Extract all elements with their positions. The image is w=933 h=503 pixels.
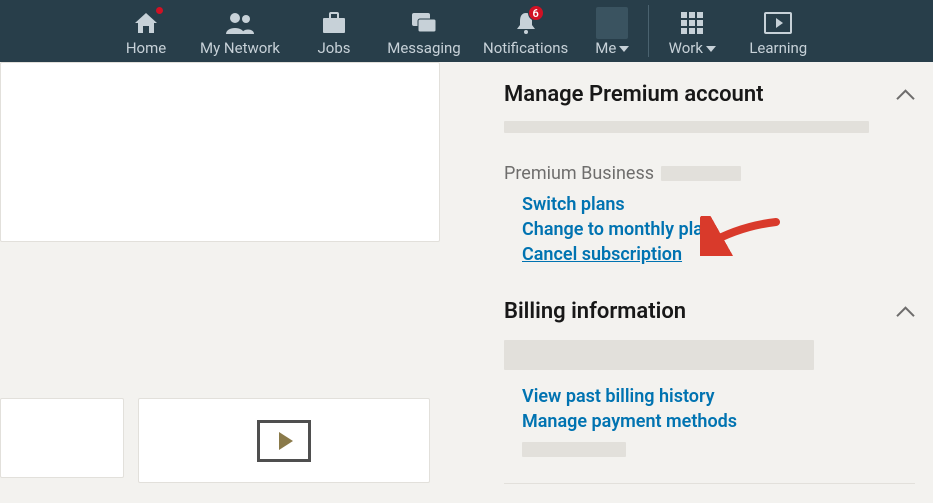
chevron-up-icon[interactable]: [897, 303, 915, 321]
billing-section: Billing information View past billing hi…: [504, 299, 915, 484]
billing-title: Billing information: [504, 299, 686, 324]
nav-network[interactable]: My Network: [187, 0, 293, 62]
cancel-subscription-link[interactable]: Cancel subscription: [522, 244, 682, 265]
top-navbar: Home My Network Jobs Messaging 6 Notific…: [0, 0, 933, 62]
premium-title: Manage Premium account: [504, 82, 764, 107]
nav-separator: [648, 5, 649, 57]
right-column: Manage Premium account Premium Business …: [468, 62, 933, 503]
grid-icon: [681, 9, 703, 37]
avatar-icon: [596, 9, 628, 37]
nav-messaging[interactable]: Messaging: [375, 0, 473, 62]
people-icon: [225, 9, 255, 37]
billing-history-link[interactable]: View past billing history: [522, 386, 715, 407]
nav-learning[interactable]: Learning: [733, 0, 823, 62]
left-column: [0, 62, 468, 503]
switch-plans-link[interactable]: Switch plans: [522, 194, 625, 215]
change-monthly-link[interactable]: Change to monthly plan: [522, 219, 713, 240]
section-divider: [504, 483, 915, 484]
nav-me[interactable]: Me: [578, 0, 646, 62]
premium-section: Manage Premium account Premium Business …: [504, 82, 915, 265]
home-icon: [133, 9, 159, 37]
placeholder-bar: [504, 121, 869, 133]
placeholder-bar: [504, 340, 814, 370]
nav-work[interactable]: Work: [651, 0, 733, 62]
messaging-icon: [411, 9, 437, 37]
briefcase-icon: [321, 9, 347, 37]
nav-notifications[interactable]: 6 Notifications: [473, 0, 578, 62]
placeholder-bar: [522, 442, 626, 457]
notification-dot: [155, 6, 164, 15]
plan-label: Premium Business: [504, 163, 915, 184]
chevron-down-icon: [706, 46, 716, 52]
payment-methods-link[interactable]: Manage payment methods: [522, 411, 737, 432]
play-icon: [257, 420, 311, 462]
chevron-up-icon[interactable]: [897, 86, 915, 104]
bell-icon: 6: [515, 9, 537, 37]
video-card[interactable]: [138, 398, 430, 483]
content-card-small: [0, 398, 124, 478]
content-card: [0, 62, 440, 242]
nav-home[interactable]: Home: [105, 0, 187, 62]
chevron-down-icon: [619, 46, 629, 52]
nav-jobs[interactable]: Jobs: [293, 0, 375, 62]
main-content: Manage Premium account Premium Business …: [0, 62, 933, 503]
placeholder-bar: [661, 166, 741, 181]
notification-badge: 6: [528, 5, 544, 21]
learning-icon: [764, 9, 792, 37]
